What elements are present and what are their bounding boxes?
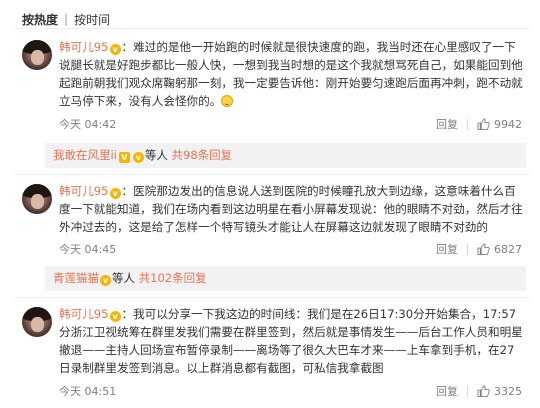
vip-badge-icon: v [132, 152, 144, 163]
thumbs-up-icon [477, 385, 490, 397]
comment-username[interactable]: 韩可儿95 [59, 184, 109, 198]
like-count: 3325 [494, 384, 522, 398]
comment-meta: 今天 04:42 回复 9942 [59, 116, 522, 132]
comment-username[interactable]: 韩可儿95 [59, 40, 109, 54]
thumbs-up-icon [477, 118, 490, 130]
vip-badge-icon: v [109, 44, 121, 55]
tab-separator: | [64, 12, 69, 26]
vip-badge-icon: v [109, 188, 121, 199]
action-separator [467, 118, 468, 130]
action-separator [467, 243, 468, 255]
sort-tabs: 按热度 | 按时间 [22, 10, 110, 28]
sub-reply-username[interactable]: 我敢在风里ii [53, 148, 117, 162]
sub-replies: 我敢在风里ii Vv 等人 共98条回复 [45, 143, 526, 168]
comment-item: 韩可儿95 v ：难过的是他一开始跑的时候就是很快速度的跑，我当时还在心里感叹了一下… [14, 34, 530, 134]
comment-divider [14, 174, 530, 175]
comment-text: 韩可儿95 v ：我可以分享一下我这边的时间线：我们是在26日17:30分开始集合，… [59, 305, 524, 377]
reply-button[interactable]: 回复 [436, 116, 458, 132]
view-replies-link[interactable]: 共98条回复 [172, 148, 233, 162]
like-button[interactable]: 3325 [477, 385, 522, 398]
comment-body: ：难过的是他一开始跑的时候就是很快速度的跑，我当时还在心里感叹了一下说腿长就是好… [59, 40, 523, 108]
reply-button[interactable]: 回复 [436, 383, 458, 399]
comment-body: ：我可以分享一下我这边的时间线：我们是在26日17:30分开始集合，17:57分… [59, 307, 523, 375]
comment-divider [14, 297, 530, 298]
comment-text: 韩可儿95 v ：难过的是他一开始跑的时候就是很快速度的跑，我当时还在心里感叹了一下… [59, 38, 524, 110]
comment-time: 今天 04:45 [59, 243, 117, 256]
avatar[interactable] [22, 307, 52, 337]
tabs-divider [14, 28, 530, 29]
action-separator [467, 385, 468, 397]
avatar[interactable] [22, 40, 52, 70]
vip-badge-icon: v [109, 311, 121, 322]
avatar[interactable] [22, 184, 52, 214]
tab-by-popularity[interactable]: 按热度 [22, 11, 58, 28]
thumbs-up-icon [477, 243, 490, 255]
sub-reply-etc: 等人 [144, 148, 168, 162]
comment-time: 今天 04:42 [59, 118, 117, 131]
sub-reply-username[interactable]: 青莲猫猫 [53, 271, 99, 285]
crying-face-icon [221, 95, 234, 107]
comment-item: 韩可儿95 v ：医院那边发出的信息说人送到医院的时候瞳孔放大到边缘，这意味着什么百… [14, 178, 530, 262]
like-count: 6827 [494, 242, 522, 256]
like-count: 9942 [494, 117, 522, 131]
comment-meta: 今天 04:51 回复 3325 [59, 383, 522, 399]
view-replies-link[interactable]: 共102条回复 [139, 271, 207, 285]
tab-by-time[interactable]: 按时间 [74, 11, 110, 28]
comment-username[interactable]: 韩可儿95 [59, 307, 109, 321]
v-badge-icon: V [118, 152, 130, 163]
comment-text: 韩可儿95 v ：医院那边发出的信息说人送到医院的时候瞳孔放大到边缘，这意味着什么百… [59, 182, 524, 236]
comment-meta: 今天 04:45 回复 6827 [59, 241, 522, 257]
sub-reply-etc: 等人 [112, 271, 135, 285]
comment-body: ：医院那边发出的信息说人送到医院的时候瞳孔放大到边缘，这意味着什么百度一下就能知… [59, 184, 523, 234]
like-button[interactable]: 9942 [477, 118, 522, 131]
sub-replies: 青莲猫猫 v 等人 共102条回复 [45, 266, 526, 291]
reply-button[interactable]: 回复 [436, 241, 458, 257]
vip-badge-icon: v [100, 275, 111, 286]
like-button[interactable]: 6827 [477, 243, 522, 256]
comment-item: 韩可儿95 v ：我可以分享一下我这边的时间线：我们是在26日17:30分开始集合，… [14, 301, 530, 401]
comment-time: 今天 04:51 [59, 385, 117, 398]
